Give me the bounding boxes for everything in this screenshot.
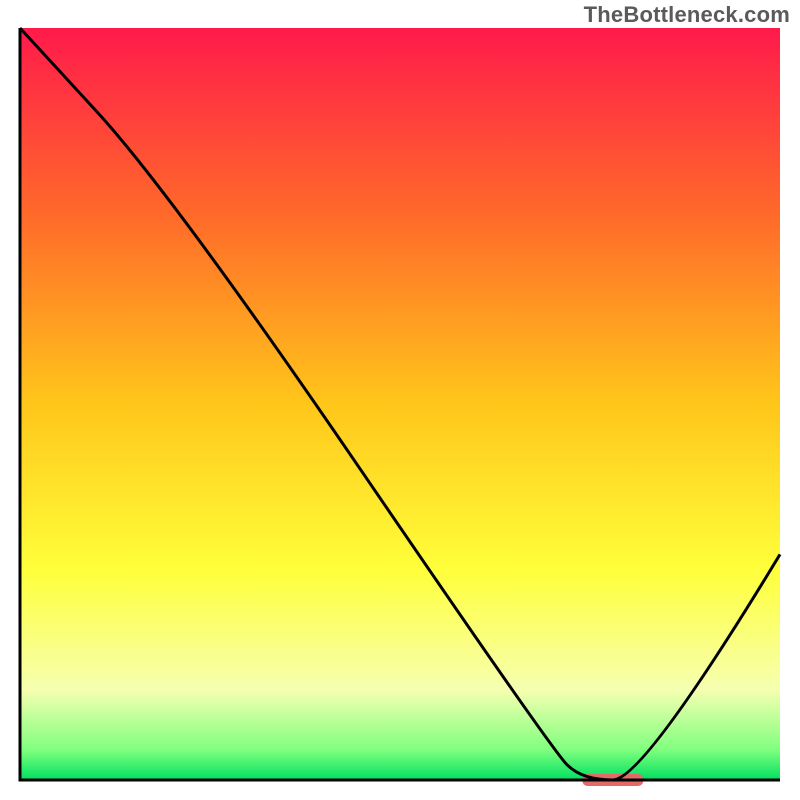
chart-stage: TheBottleneck.com xyxy=(0,0,800,800)
bottleneck-chart xyxy=(0,0,800,800)
plot-background xyxy=(20,28,780,780)
